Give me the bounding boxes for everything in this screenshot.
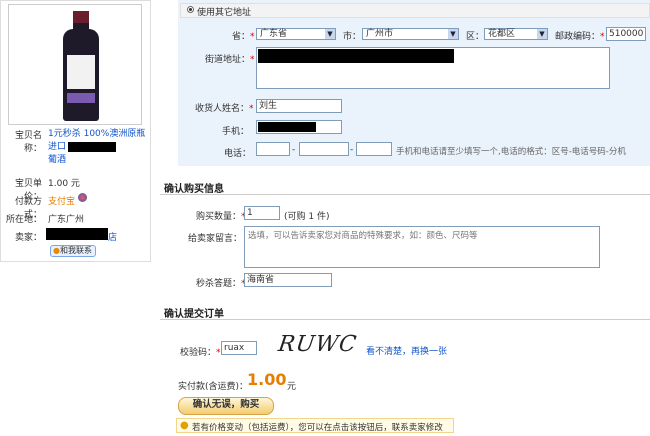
message-textarea[interactable]	[244, 226, 600, 268]
section-divider	[160, 194, 650, 195]
mobile-label: 手机：	[222, 127, 250, 137]
contact-seller-button[interactable]: ●和我联系	[50, 245, 96, 257]
seller-label: 卖家：	[14, 233, 42, 243]
captcha-input[interactable]: ruax	[221, 341, 257, 355]
zip-input[interactable]: 510000	[606, 27, 646, 41]
chat-icon: ●	[53, 246, 60, 255]
use-other-address-label: 使用其它地址	[197, 8, 252, 18]
confirm-info-title: 确认购买信息	[164, 184, 224, 195]
redacted-block	[68, 141, 117, 152]
required-star: *	[216, 348, 221, 358]
location-label: 所在地：	[5, 215, 42, 225]
captcha-image: RUWC	[276, 332, 359, 357]
bottle-label	[67, 55, 95, 89]
captcha-refresh-link[interactable]: 看不清楚，再换一张	[366, 344, 447, 357]
phone-ext-input[interactable]	[356, 142, 392, 156]
lightbulb-icon: ●	[180, 420, 189, 431]
chevron-down-icon: ▼	[537, 29, 547, 39]
phone-hint: 手机和电话请至少填写一个,电话的格式：区号-电话号码-分机	[396, 147, 626, 157]
quiz-answer-input[interactable]: 海南省	[244, 273, 332, 287]
zip-label: 邮政编码：*	[555, 29, 605, 42]
alipay-link[interactable]: 支付宝	[48, 194, 75, 207]
receiver-label-text: 收货人姓名：	[195, 104, 250, 114]
city-label: 市：	[343, 32, 362, 42]
district-label: 区：	[466, 32, 485, 42]
price-change-tip: ● 若有价格变动（包括运费），您可以在点击该按钮后，联系卖家修改	[176, 418, 454, 433]
province-label: 省：*	[232, 29, 255, 42]
total-amount: 1.00	[247, 370, 287, 389]
total-unit: 元	[287, 382, 297, 392]
quantity-input[interactable]: 1	[244, 206, 280, 220]
price-change-tip-text: 若有价格变动（包括运费），您可以在点击该按钮后，联系卖家修改	[192, 423, 443, 433]
province-select-value: 广东省	[260, 29, 288, 39]
required-star: *	[250, 55, 255, 65]
street-label-text: 街道地址：	[205, 55, 251, 65]
required-star: *	[250, 32, 255, 42]
district-select[interactable]: 花都区 ▼	[484, 28, 548, 40]
captcha-label: 校验码：*	[180, 345, 221, 358]
province-select[interactable]: 广东省 ▼	[256, 28, 336, 40]
item-name-text-2[interactable]: 葡酒	[48, 155, 66, 165]
zip-label-text: 邮政编码：	[555, 32, 601, 42]
city-select-value: 广州市	[366, 29, 394, 39]
price-value: 1.00 元	[48, 179, 80, 189]
redacted-street	[258, 49, 454, 63]
province-label-text: 省：	[232, 32, 251, 42]
chevron-down-icon: ▼	[325, 29, 335, 39]
contact-seller-label: 和我联系	[59, 246, 92, 255]
phone-number-input[interactable]	[299, 142, 349, 156]
total-label: 实付款(含运费)：	[178, 382, 249, 392]
quantity-label: 购买数量：*	[196, 209, 246, 222]
bottle-cap	[73, 11, 89, 23]
product-image[interactable]	[8, 4, 142, 125]
confirm-buy-button[interactable]: 确认无误，购买	[178, 397, 274, 415]
chevron-down-icon: ▼	[448, 29, 458, 39]
city-select[interactable]: 广州市 ▼	[362, 28, 459, 40]
location-value: 广东广州	[48, 215, 85, 225]
redacted-seller	[46, 228, 108, 240]
bottle-label-band	[67, 93, 95, 103]
phone-separator-2: -	[350, 145, 354, 155]
item-name-link[interactable]: 1元秒杀 100%澳洲原瓶进口 葡酒	[48, 128, 148, 167]
required-star: *	[600, 32, 605, 42]
seller-shop-link[interactable]: 店	[108, 230, 117, 243]
phone-label: 电话：	[224, 149, 252, 159]
shield-icon	[78, 193, 87, 202]
use-other-address-radio[interactable]	[187, 6, 194, 13]
radio-dot	[189, 8, 192, 11]
street-label: 街道地址：*	[205, 52, 255, 65]
quiz-answer-label-text: 秒杀答题：	[196, 279, 242, 289]
required-star: *	[249, 104, 254, 114]
message-label: 给卖家留言：	[188, 234, 243, 244]
captcha-label-text: 校验码：	[180, 348, 217, 358]
receiver-input[interactable]: 刘生	[256, 99, 342, 113]
quiz-answer-label: 秒杀答题：*	[196, 276, 246, 289]
district-select-value: 花都区	[488, 29, 516, 39]
submit-order-title: 确认提交订单	[164, 309, 224, 320]
receiver-label: 收货人姓名：*	[195, 101, 254, 114]
quantity-label-text: 购买数量：	[196, 212, 242, 222]
section-divider	[160, 319, 650, 320]
phone-area-input[interactable]	[256, 142, 290, 156]
phone-separator: -	[292, 145, 296, 155]
redacted-mobile	[258, 122, 316, 132]
quantity-hint: (可购 1 件)	[284, 212, 330, 222]
item-name-label: 宝贝名称：	[14, 131, 42, 154]
